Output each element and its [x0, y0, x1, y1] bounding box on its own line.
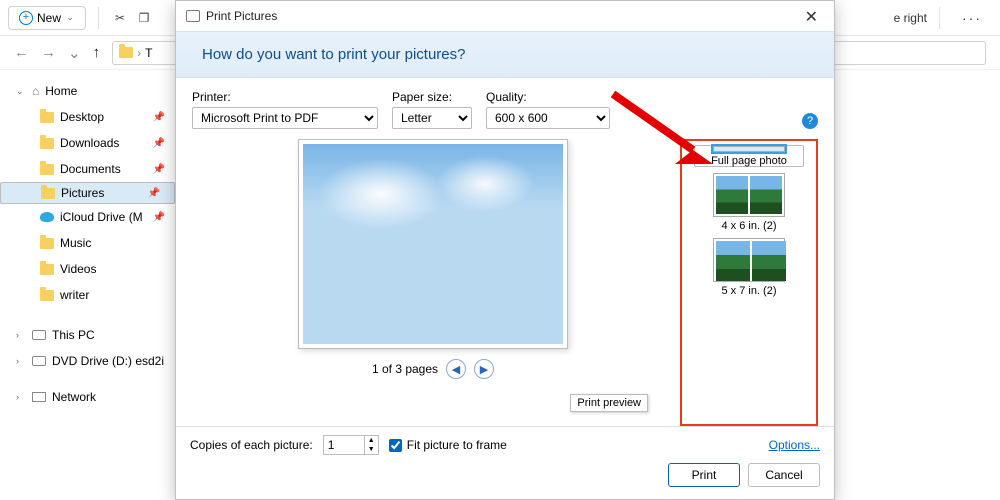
close-icon[interactable]: ✕	[797, 5, 826, 29]
chevron-down-icon: ⌄	[65, 12, 75, 23]
preview-page	[298, 139, 568, 349]
copies-input[interactable]	[324, 436, 364, 454]
cloud-icon	[40, 212, 54, 222]
folder-icon	[40, 290, 54, 301]
folder-icon	[40, 138, 54, 149]
new-button-label: New	[37, 11, 61, 25]
forward-icon[interactable]: →	[41, 44, 56, 61]
layout-label: Full page photo	[711, 155, 787, 167]
pin-icon: 📌	[153, 164, 165, 175]
navigation-pane: ⌄⌂Home Desktop📌 Downloads📌 Documents📌 Pi…	[0, 70, 176, 500]
paper-size-select[interactable]: Letter	[392, 107, 472, 129]
plus-icon: +	[19, 11, 33, 25]
printer-label: Printer:	[192, 90, 378, 104]
folder-icon	[119, 47, 133, 58]
printer-icon	[186, 10, 200, 22]
pin-icon: 📌	[153, 212, 165, 223]
copy-icon[interactable]: ❐	[135, 9, 153, 27]
layout-4x6[interactable]: 4 x 6 in. (2)	[694, 173, 804, 232]
copies-stepper[interactable]: ▲▼	[323, 435, 379, 455]
folder-icon	[40, 238, 54, 249]
nav-this-pc[interactable]: ›This PC	[0, 322, 175, 348]
nav-downloads[interactable]: Downloads📌	[0, 130, 175, 156]
folder-icon	[40, 164, 54, 175]
printer-select[interactable]: Microsoft Print to PDF	[192, 107, 378, 129]
dialog-titlebar: Print Pictures	[176, 1, 834, 31]
layout-list: Full page photo 4 x 6 in. (2) 5 x 7 in. …	[680, 139, 818, 426]
paper-label: Paper size:	[392, 90, 472, 104]
help-icon[interactable]: ?	[802, 113, 818, 129]
nav-icloud[interactable]: iCloud Drive (M📌	[0, 204, 175, 230]
quality-select[interactable]: 600 x 600	[486, 107, 610, 129]
print-preview-tooltip: Print preview	[570, 394, 648, 412]
print-options-row: Printer: Microsoft Print to PDF Paper si…	[192, 90, 818, 129]
nav-pictures[interactable]: Pictures📌	[0, 182, 175, 204]
folder-icon	[40, 264, 54, 275]
layout-label: 5 x 7 in. (2)	[721, 285, 776, 297]
print-button[interactable]: Print	[668, 463, 740, 487]
pager: 1 of 3 pages ◀ ▶	[372, 359, 494, 379]
nav-dvd[interactable]: ›DVD Drive (D:) esd2i	[0, 348, 175, 374]
preview-column: 1 of 3 pages ◀ ▶	[192, 139, 674, 426]
recent-chevron-icon[interactable]: ⌄	[68, 44, 81, 62]
prev-page-button[interactable]: ◀	[446, 359, 466, 379]
fit-checkbox-input[interactable]	[389, 439, 402, 452]
separator	[98, 7, 99, 29]
nav-desktop[interactable]: Desktop📌	[0, 104, 175, 130]
layout-full-page[interactable]: Full page photo	[694, 145, 804, 167]
layout-label: 4 x 6 in. (2)	[721, 220, 776, 232]
next-page-button[interactable]: ▶	[474, 359, 494, 379]
nav-home[interactable]: ⌄⌂Home	[0, 78, 175, 104]
nav-videos[interactable]: Videos	[0, 256, 175, 282]
options-link[interactable]: Options...	[769, 438, 820, 452]
nav-network[interactable]: ›Network	[0, 384, 175, 410]
more-icon[interactable]: ···	[952, 10, 992, 26]
pin-icon: 📌	[153, 138, 165, 149]
pin-icon: 📌	[148, 188, 160, 199]
quality-label: Quality:	[486, 90, 610, 104]
print-pictures-dialog: ✕ Print Pictures How do you want to prin…	[175, 0, 835, 500]
disc-icon	[32, 356, 46, 366]
nav-music[interactable]: Music	[0, 230, 175, 256]
spinner-up-icon[interactable]: ▲	[364, 436, 378, 445]
paper-field: Paper size: Letter	[392, 90, 472, 129]
dialog-heading: How do you want to print your pictures?	[176, 31, 834, 78]
network-icon	[32, 392, 46, 402]
printer-field: Printer: Microsoft Print to PDF	[192, 90, 378, 129]
folder-icon	[41, 188, 55, 199]
spinner-down-icon[interactable]: ▼	[364, 445, 378, 454]
back-icon[interactable]: ←	[14, 44, 29, 61]
nav-documents[interactable]: Documents📌	[0, 156, 175, 182]
preview-image	[303, 144, 563, 344]
new-button[interactable]: + New ⌄	[8, 6, 86, 30]
separator	[939, 7, 940, 29]
pc-icon	[32, 330, 46, 340]
folder-icon	[40, 112, 54, 123]
cancel-button[interactable]: Cancel	[748, 463, 820, 487]
copies-label: Copies of each picture:	[190, 438, 313, 452]
up-icon[interactable]: ↑	[93, 44, 101, 61]
address-text: T	[145, 46, 152, 60]
home-icon: ⌂	[32, 84, 39, 98]
nav-writer[interactable]: writer	[0, 282, 175, 308]
fit-label: Fit picture to frame	[407, 438, 507, 452]
layout-5x7[interactable]: 5 x 7 in. (2)	[694, 238, 804, 297]
toolbar-right-text: e right	[894, 11, 927, 25]
dialog-footer: Copies of each picture: ▲▼ Fit picture t…	[176, 426, 834, 499]
dialog-title: Print Pictures	[206, 9, 277, 23]
cut-icon[interactable]: ✂	[111, 9, 129, 27]
pin-icon: 📌	[153, 112, 165, 123]
quality-field: Quality: 600 x 600	[486, 90, 610, 129]
pager-text: 1 of 3 pages	[372, 362, 438, 376]
fit-to-frame-checkbox[interactable]: Fit picture to frame	[389, 438, 507, 452]
